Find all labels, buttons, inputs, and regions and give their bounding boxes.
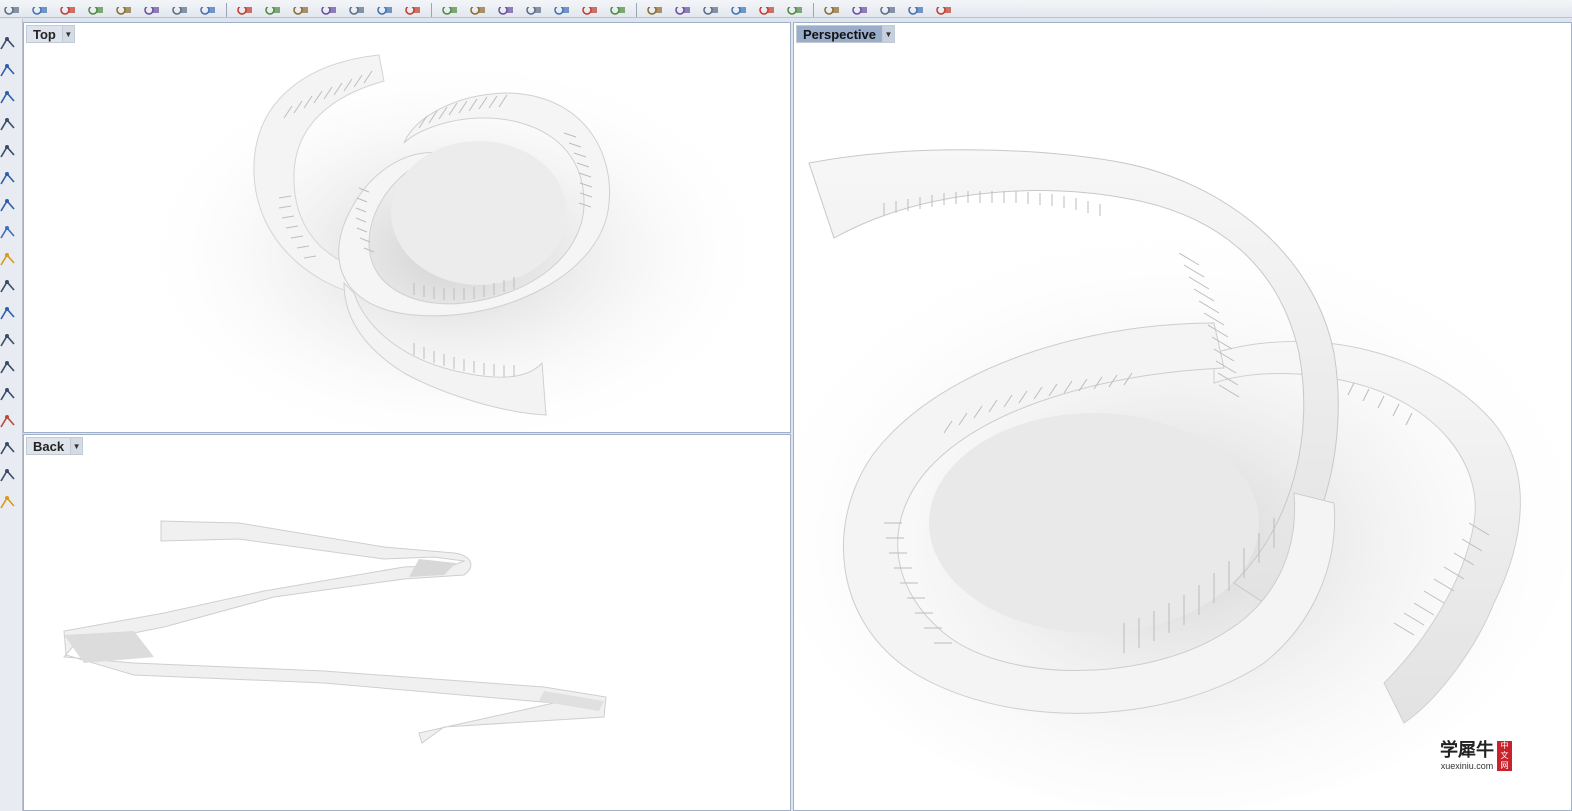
- viewport-perspective-title[interactable]: Perspective ▼: [796, 25, 895, 43]
- point-icon[interactable]: [0, 37, 16, 51]
- pen-icon[interactable]: [0, 388, 16, 402]
- camera-icon[interactable]: [468, 3, 488, 17]
- watermark-seal-char: 文: [1500, 751, 1509, 760]
- viewport-perspective[interactable]: Perspective ▼: [793, 22, 1572, 811]
- arrow-icon[interactable]: [785, 3, 805, 17]
- dimension-icon[interactable]: [0, 280, 16, 294]
- curve-tools-icon[interactable]: [0, 334, 16, 348]
- back-view-model: [63, 520, 607, 744]
- lightning-icon[interactable]: [0, 253, 16, 267]
- viewport-perspective-menu-icon[interactable]: ▼: [883, 25, 895, 43]
- paint-icon[interactable]: [0, 496, 16, 510]
- sphere-icon[interactable]: [552, 3, 572, 17]
- osnap-icon[interactable]: [608, 3, 628, 17]
- viewport-back-label[interactable]: Back: [26, 437, 72, 455]
- lights-icon[interactable]: [375, 3, 395, 17]
- stair-opening: [929, 413, 1259, 633]
- monitor-icon[interactable]: [757, 3, 777, 17]
- move-icon[interactable]: [0, 469, 16, 483]
- render-preview-icon[interactable]: [319, 3, 339, 17]
- viewport-top-title[interactable]: Top ▼: [26, 25, 75, 43]
- zoom-extents-icon[interactable]: [58, 3, 78, 17]
- perspective-view-model: [794, 149, 1571, 810]
- arc-icon[interactable]: [0, 145, 16, 159]
- zoom-window-icon[interactable]: [30, 3, 50, 17]
- lock-icon[interactable]: [235, 3, 255, 17]
- toolbar-separator: [813, 3, 814, 17]
- material-icon[interactable]: [403, 3, 423, 17]
- main-toolbar: [0, 0, 1572, 18]
- viewport-back-menu-icon[interactable]: ▼: [71, 437, 84, 455]
- viewport-icon[interactable]: [347, 3, 367, 17]
- grid-icon[interactable]: [0, 442, 16, 456]
- vehicle-icon[interactable]: [496, 3, 516, 17]
- rotate-icon[interactable]: [850, 3, 870, 17]
- toolbar-separator: [431, 3, 432, 17]
- toolbar-separator: [636, 3, 637, 17]
- zoom-all-icon[interactable]: [170, 3, 190, 17]
- array-icon[interactable]: [0, 415, 16, 429]
- zoom-out-icon[interactable]: [114, 3, 134, 17]
- toolbar-separator: [226, 3, 227, 17]
- render-icon[interactable]: [291, 3, 311, 17]
- top-view-model: [134, 53, 774, 432]
- folder-icon[interactable]: [524, 3, 544, 17]
- viewport-top[interactable]: Top ▼: [23, 22, 791, 433]
- viewport-top-menu-icon[interactable]: ▼: [62, 25, 75, 43]
- viewport-perspective-label[interactable]: Perspective: [796, 25, 883, 43]
- undo-view-icon[interactable]: [198, 3, 218, 17]
- ramp-elevation: [63, 520, 607, 744]
- plane-icon[interactable]: [580, 3, 600, 17]
- watermark-seal: 中 文 网: [1497, 741, 1512, 771]
- watermark-chinese: 学犀牛: [1440, 739, 1494, 761]
- gumball-icon[interactable]: [645, 3, 665, 17]
- extrude-icon[interactable]: [0, 226, 16, 240]
- watermark-url: xuexiniu.com: [1440, 760, 1494, 771]
- viewport-top-label[interactable]: Top: [26, 25, 63, 43]
- zoom-selected-icon[interactable]: [142, 3, 162, 17]
- watermark-seal-char: 中: [1500, 741, 1509, 750]
- stair-opening: [391, 141, 567, 285]
- group-icon[interactable]: [0, 307, 16, 321]
- select-icon[interactable]: [2, 3, 22, 17]
- curve-icon[interactable]: [0, 91, 16, 105]
- polyline-icon[interactable]: [0, 64, 16, 78]
- transform-icon[interactable]: [0, 361, 16, 375]
- watermark-text: 学犀牛 xuexiniu.com: [1440, 739, 1494, 772]
- surface-icon[interactable]: [0, 172, 16, 186]
- watermark-seal-char: 网: [1500, 761, 1509, 770]
- star-icon[interactable]: [906, 3, 926, 17]
- left-toolbar: [0, 19, 23, 811]
- watermark-logo: 学犀牛 xuexiniu.com 中 文 网: [1436, 736, 1532, 776]
- viewport-back[interactable]: Back ▼: [23, 434, 791, 811]
- pen-icon[interactable]: [673, 3, 693, 17]
- viewport-back-title[interactable]: Back ▼: [26, 437, 84, 455]
- trash-icon[interactable]: [263, 3, 283, 17]
- pin-icon[interactable]: [729, 3, 749, 17]
- gear-icon[interactable]: [701, 3, 721, 17]
- car-icon[interactable]: [440, 3, 460, 17]
- zoom-in-icon[interactable]: [86, 3, 106, 17]
- curve-icon[interactable]: [878, 3, 898, 17]
- sphere-icon[interactable]: [0, 199, 16, 213]
- rectangle-icon[interactable]: [0, 118, 16, 132]
- compass-icon[interactable]: [934, 3, 954, 17]
- record-icon[interactable]: [822, 3, 842, 17]
